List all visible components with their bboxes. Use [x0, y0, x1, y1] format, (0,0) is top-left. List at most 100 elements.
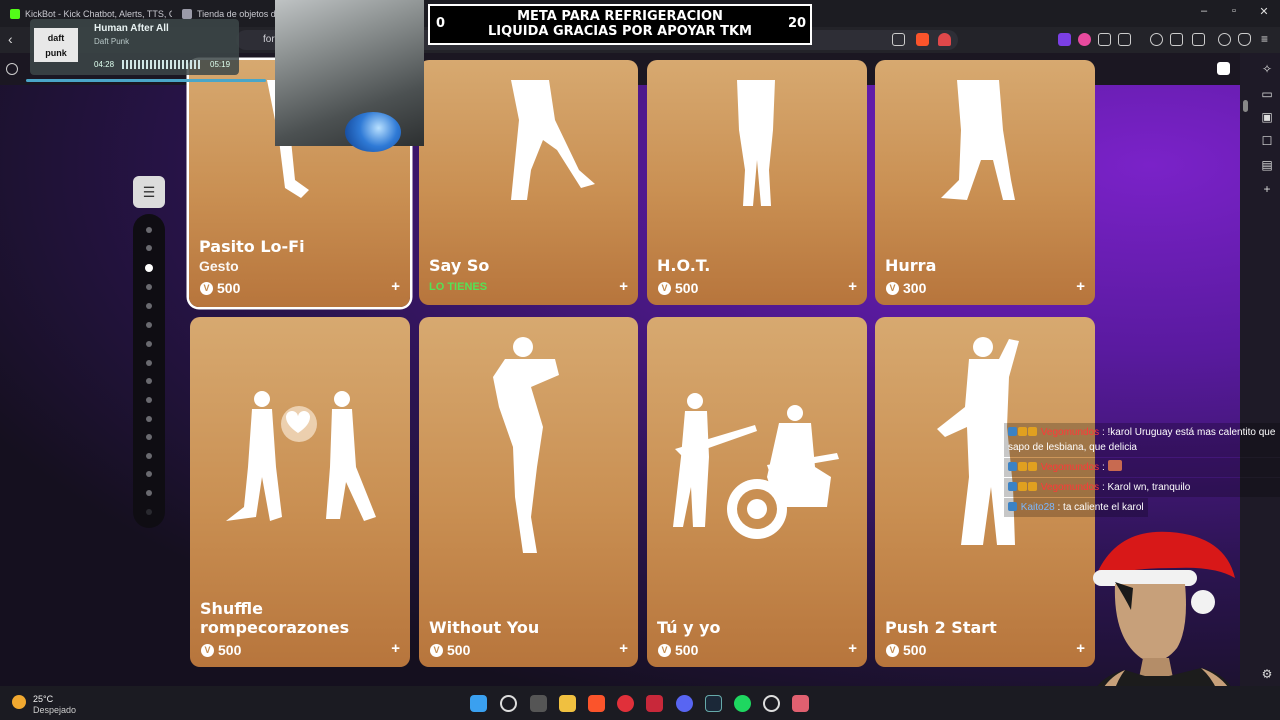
start-icon[interactable] [470, 695, 487, 712]
sidebar-add-icon[interactable]: + [1260, 182, 1274, 196]
search-icon[interactable] [500, 695, 517, 712]
section-dot[interactable] [146, 434, 152, 440]
chat-text: ta caliente el karol [1063, 502, 1144, 513]
section-dot[interactable] [146, 227, 152, 233]
file-explorer-icon[interactable] [559, 695, 576, 712]
shop-card-hot[interactable]: H.O.T. V 500 + [647, 60, 867, 305]
section-dot-active[interactable] [145, 264, 153, 272]
leo-icon[interactable] [1218, 33, 1231, 46]
card-price: V 500 [658, 642, 698, 658]
brave-browser-icon[interactable] [588, 695, 605, 712]
card-name: Say So [429, 256, 490, 275]
card-name: Push 2 Start [885, 618, 997, 637]
emote-figure-icon [737, 80, 775, 206]
app-icon[interactable] [792, 695, 809, 712]
section-dot[interactable] [146, 303, 152, 309]
close-icon[interactable]: ✕ [1254, 5, 1274, 18]
section-dot[interactable] [146, 453, 152, 459]
add-to-wishlist-icon[interactable]: + [1076, 278, 1085, 295]
shop-card-tu-y-yo[interactable]: Tú y yo V 500 + [647, 317, 867, 667]
tabs-icon[interactable] [1192, 33, 1205, 46]
scrollbar-thumb[interactable] [1243, 100, 1248, 112]
audio-waveform [122, 60, 202, 69]
add-to-wishlist-icon[interactable]: + [848, 640, 857, 657]
sidebar-wallet-icon[interactable]: ▣ [1260, 110, 1274, 124]
section-dot[interactable] [146, 245, 152, 251]
weather-condition: Despejado [33, 705, 77, 715]
filter-button[interactable]: ☰ [133, 176, 165, 208]
goal-title: META PARA REFRIGERACION LIQUIDA GRACIAS … [488, 9, 752, 39]
music-icon[interactable] [1150, 33, 1163, 46]
card-price: V 500 [658, 280, 698, 296]
add-to-wishlist-icon[interactable]: + [1076, 640, 1085, 657]
shop-card-shuffle-rompecorazones[interactable]: Shuffle rompecorazones V 500 + [190, 317, 410, 667]
badge-icon [1008, 427, 1017, 436]
back-icon[interactable]: ‹ [8, 31, 13, 47]
profile-icon[interactable] [6, 63, 18, 75]
windows-taskbar [0, 686, 1280, 720]
vbucks-icon: V [658, 643, 671, 657]
tab-title: KickBot - Kick Chatbot, Alerts, TTS, Ch [25, 8, 172, 19]
section-dot[interactable] [146, 284, 152, 290]
sidebar-bookmarks-icon[interactable]: ☐ [1260, 134, 1274, 148]
emote-icon [1107, 460, 1122, 471]
card-name: Tú y yo [657, 618, 721, 637]
add-to-wishlist-icon[interactable]: + [619, 278, 628, 295]
task-view-icon[interactable] [530, 695, 547, 712]
sidebar-reading-list-icon[interactable]: ▭ [1260, 87, 1274, 101]
emote-figure-icon [511, 80, 595, 200]
chat-message: Vegomundos : !karol Uruguay está mas cal… [1004, 423, 1280, 457]
price-value: 500 [675, 642, 699, 658]
section-dot[interactable] [146, 360, 152, 366]
discord-icon[interactable] [676, 695, 693, 712]
shop-card-without-you[interactable]: Without You V 500 + [419, 317, 638, 667]
chat-message: Vegomundos : [1004, 458, 1280, 477]
shop-favicon-icon [182, 8, 192, 19]
section-dot[interactable] [146, 509, 152, 515]
vbucks-icon: V [658, 281, 671, 295]
weather-icon[interactable] [12, 695, 26, 709]
steam-icon[interactable] [705, 695, 722, 712]
card-name: Pasito Lo-Fi [199, 237, 305, 256]
add-to-wishlist-icon[interactable]: + [619, 640, 628, 657]
chat-username: Vegomundos [1040, 427, 1100, 438]
vpn-icon[interactable] [1238, 33, 1251, 46]
add-to-wishlist-icon[interactable]: + [391, 278, 400, 295]
obs-icon[interactable] [763, 695, 780, 712]
sidebar-icon[interactable] [1170, 33, 1183, 46]
extension-pink-icon[interactable] [1078, 33, 1091, 46]
maximize-icon[interactable]: ▫ [1224, 5, 1244, 17]
tab-title: Tienda de objetos de [197, 8, 276, 19]
section-dot[interactable] [146, 490, 152, 496]
spotify-icon[interactable] [734, 695, 751, 712]
reading-icon[interactable] [1118, 33, 1131, 46]
add-to-wishlist-icon[interactable]: + [848, 278, 857, 295]
section-dot[interactable] [146, 397, 152, 403]
extensions-icon[interactable] [1098, 33, 1111, 46]
brave-shields-icon[interactable] [916, 33, 929, 46]
price-value: 500 [447, 642, 471, 658]
section-dot[interactable] [146, 322, 152, 328]
sidebar-leo-icon[interactable]: ✧ [1260, 62, 1274, 76]
shop-badge-icon[interactable] [1217, 62, 1230, 75]
crown-badge-icon [1028, 462, 1037, 471]
minimize-icon[interactable]: – [1194, 5, 1214, 17]
section-dot[interactable] [146, 471, 152, 477]
shop-card-say-so[interactable]: Say So LO TIENES + [419, 60, 638, 305]
section-dot[interactable] [146, 341, 152, 347]
shop-card-hurra[interactable]: Hurra V 300 + [875, 60, 1095, 305]
sidebar-settings-icon[interactable]: ⚙ [1260, 667, 1274, 681]
add-to-wishlist-icon[interactable]: + [391, 640, 400, 657]
media-player-icon[interactable] [617, 695, 634, 712]
section-dot[interactable] [146, 378, 152, 384]
emote-figure-icon [673, 393, 839, 539]
section-dot[interactable] [146, 416, 152, 422]
brave-rewards-icon[interactable] [938, 33, 951, 46]
card-name: Without You [429, 618, 540, 637]
extension-purple-icon[interactable] [1058, 33, 1071, 46]
share-icon[interactable] [892, 33, 905, 46]
sidebar-history-icon[interactable]: ▤ [1260, 158, 1274, 172]
menu-icon[interactable]: ≡ [1258, 33, 1271, 46]
streaming-app-icon[interactable] [646, 695, 663, 712]
address-text: for [263, 34, 275, 45]
